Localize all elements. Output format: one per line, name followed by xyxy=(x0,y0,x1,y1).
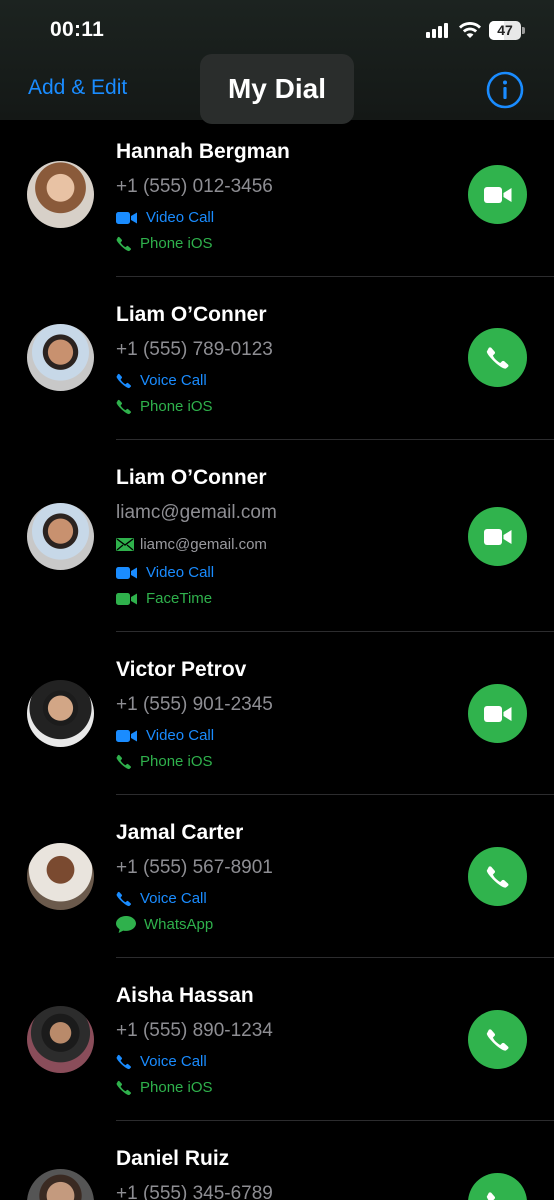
list-item[interactable]: Victor Petrov +1 (555) 901-2345 Video Ca… xyxy=(0,632,554,795)
call-app: FaceTime xyxy=(116,590,212,607)
call-type: Voice Call xyxy=(116,372,207,389)
page-title: My Dial xyxy=(200,54,354,124)
email-label: liamc@gemail.com xyxy=(140,536,267,553)
wifi-icon xyxy=(459,22,481,38)
video-camera-icon xyxy=(483,186,511,203)
facetime-icon xyxy=(116,592,137,605)
status-time: 00:11 xyxy=(50,18,105,41)
phone-icon xyxy=(116,373,131,388)
envelope-icon xyxy=(116,538,134,551)
call-type: Voice Call xyxy=(116,890,207,907)
phone-icon xyxy=(486,346,508,369)
call-type-label: Voice Call xyxy=(140,372,207,389)
email-line: liamc@gemail.com xyxy=(116,536,267,553)
phone-icon xyxy=(116,1054,131,1069)
phone-icon xyxy=(116,399,131,414)
video-icon xyxy=(116,566,137,579)
add-edit-button[interactable]: Add & Edit xyxy=(28,76,127,100)
call-app: Phone iOS xyxy=(116,753,213,770)
phone-icon xyxy=(116,754,131,769)
list-item[interactable]: Aisha Hassan +1 (555) 890-1234 Voice Cal… xyxy=(0,958,554,1121)
call-app-label: Phone iOS xyxy=(140,398,213,415)
call-app-label: Phone iOS xyxy=(140,235,213,252)
contact-number: +1 (555) 567-8901 xyxy=(116,857,273,878)
video-camera-icon xyxy=(483,528,511,545)
call-type-label: Voice Call xyxy=(140,890,207,907)
contact-number: +1 (555) 789-0123 xyxy=(116,339,273,360)
call-app-label: WhatsApp xyxy=(144,916,214,933)
video-call-button[interactable] xyxy=(468,507,527,566)
call-app-label: FaceTime xyxy=(146,590,213,607)
message-bubble-icon xyxy=(116,916,136,933)
phone-icon xyxy=(116,1080,131,1095)
list-item[interactable]: Hannah Bergman +1 (555) 012-3456 Video C… xyxy=(0,120,554,277)
call-type-label: Video Call xyxy=(146,564,215,581)
voice-call-button[interactable] xyxy=(468,328,527,387)
phone-icon xyxy=(116,891,131,906)
call-type-label: Voice Call xyxy=(140,1053,207,1070)
voice-call-button[interactable] xyxy=(468,1173,527,1200)
contact-number: +1 (555) 890-1234 xyxy=(116,1020,273,1041)
phone-icon xyxy=(486,1028,508,1051)
call-type: Video Call xyxy=(116,209,214,226)
cellular-signal-icon xyxy=(426,22,452,38)
contact-name: Hannah Bergman xyxy=(116,140,290,163)
phone-icon xyxy=(486,1191,495,1200)
contact-name: Victor Petrov xyxy=(116,658,247,681)
avatar xyxy=(27,680,94,747)
contact-number: +1 (555) 901-2345 xyxy=(116,694,273,715)
call-type-label: Video Call xyxy=(146,727,215,744)
call-app: Phone iOS xyxy=(116,1079,213,1096)
video-call-button[interactable] xyxy=(468,684,527,743)
call-type: Video Call xyxy=(116,564,214,581)
list-item[interactable]: Liam O’Conner +1 (555) 789-0123 Voice Ca… xyxy=(0,277,554,440)
contact-name: Liam O’Conner xyxy=(116,466,267,489)
call-app-label: Phone iOS xyxy=(140,753,213,770)
call-type-label: Video Call xyxy=(146,209,215,226)
video-camera-icon xyxy=(483,705,511,722)
page-title-text: My Dial xyxy=(227,73,327,104)
status-bar: 00:11 47 xyxy=(0,0,554,60)
contact-name: Aisha Hassan xyxy=(116,984,254,1007)
avatar xyxy=(27,161,94,228)
avatar xyxy=(27,324,94,391)
info-icon[interactable] xyxy=(486,71,524,109)
video-icon xyxy=(116,211,137,224)
call-type: Voice Call xyxy=(116,1053,207,1070)
video-call-button[interactable] xyxy=(468,165,527,224)
call-app: Phone iOS xyxy=(116,398,213,415)
contact-name: Liam O’Conner xyxy=(116,303,267,326)
contact-name: Daniel Ruiz xyxy=(116,1147,230,1170)
contact-number: +1 (555) 345-6789 xyxy=(116,1183,273,1200)
avatar xyxy=(27,503,94,570)
top-bar: 00:11 47 Add & Edit My Dial xyxy=(0,0,554,124)
list-item[interactable]: Liam O’Conner liamc@gemail.com liamc@gem… xyxy=(0,440,554,632)
list-item[interactable]: Jamal Carter +1 (555) 567-8901 Voice Cal… xyxy=(0,795,554,958)
call-type: Video Call xyxy=(116,727,214,744)
contact-list: Hannah Bergman +1 (555) 012-3456 Video C… xyxy=(0,120,554,1200)
battery-icon: 47 xyxy=(489,21,525,40)
avatar xyxy=(27,1006,94,1073)
contact-number: +1 (555) 012-3456 xyxy=(116,176,273,197)
call-app-label: Phone iOS xyxy=(140,1079,213,1096)
avatar xyxy=(27,843,94,910)
contact-email: liamc@gemail.com xyxy=(116,502,277,523)
phone-icon xyxy=(486,865,508,888)
contact-name: Jamal Carter xyxy=(116,821,244,844)
battery-level: 47 xyxy=(497,22,513,38)
video-icon xyxy=(116,729,137,742)
list-item[interactable]: Daniel Ruiz +1 (555) 345-6789 xyxy=(0,1121,554,1200)
call-app: WhatsApp xyxy=(116,916,213,933)
call-app: Phone iOS xyxy=(116,235,213,252)
phone-icon xyxy=(116,236,131,251)
voice-call-button[interactable] xyxy=(468,1010,527,1069)
voice-call-button[interactable] xyxy=(468,847,527,906)
avatar xyxy=(27,1169,94,1200)
